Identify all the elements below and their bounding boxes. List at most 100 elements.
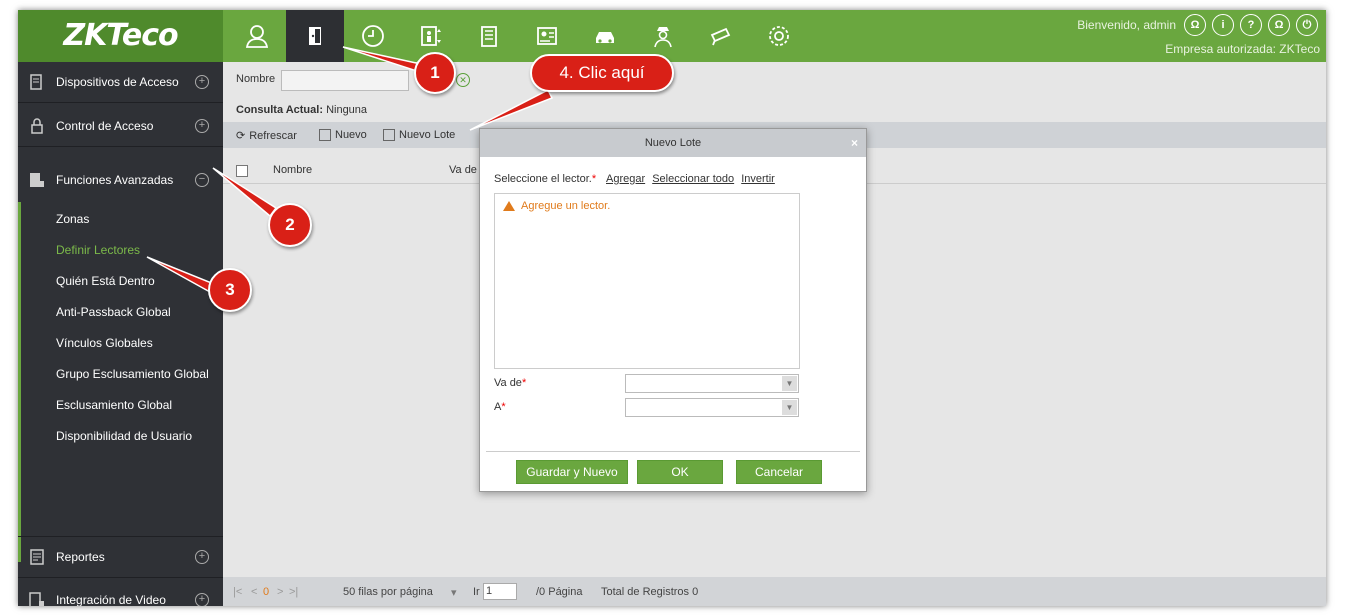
- new-batch-button[interactable]: Nuevo Lote: [383, 129, 455, 141]
- prev-page-button[interactable]: <: [251, 586, 257, 598]
- info-icon[interactable]: i: [1212, 14, 1234, 36]
- current-query-value: Ninguna: [326, 104, 368, 116]
- sidebar-item-quien-esta-dentro[interactable]: Quién Está Dentro: [18, 266, 223, 297]
- new-batch-icon: [383, 129, 395, 141]
- lock-icon[interactable]: Ω: [1268, 14, 1290, 36]
- warning-text: Agregue un lector.: [521, 200, 611, 212]
- callout-4: 4. Clic aquí: [530, 54, 674, 92]
- help-icon[interactable]: ?: [1240, 14, 1262, 36]
- nombre-label: Nombre: [236, 73, 276, 85]
- goto-page-input[interactable]: 1: [483, 583, 517, 600]
- current-page: 0: [263, 586, 270, 598]
- required-marker: *: [501, 401, 506, 413]
- a-select[interactable]: ▼: [625, 398, 799, 417]
- callout-1: 1: [414, 52, 456, 94]
- power-icon[interactable]: ⏻: [1296, 14, 1318, 36]
- invert-link[interactable]: Invertir: [741, 173, 775, 185]
- chevron-down-icon[interactable]: ▼: [782, 400, 797, 415]
- sidebar-section-dispositivos[interactable]: Dispositivos de Acceso +: [18, 62, 223, 103]
- welcome-text: Bienvenido, admin: [1077, 18, 1176, 32]
- pagination-bar: |< < 0 > >| 50 filas por página ▾ Ir a 1…: [223, 577, 1326, 606]
- refresh-icon: ⟳: [236, 130, 246, 142]
- top-bar: ZKTeco Bienvenido, admin Ω i ? Ω ⏻ Empre…: [18, 10, 1326, 62]
- sidebar-section-label: Funciones Avanzadas: [56, 173, 174, 187]
- dialog-divider: [486, 451, 860, 452]
- close-icon[interactable]: ×: [851, 129, 858, 157]
- va-de-select[interactable]: ▼: [625, 374, 799, 393]
- total-records: Total de Registros 0: [601, 586, 699, 598]
- clock-icon[interactable]: [344, 10, 402, 62]
- sidebar-section-funciones[interactable]: Funciones Avanzadas −: [18, 160, 223, 200]
- sidebar: Dispositivos de Acceso + Control de Acce…: [18, 62, 223, 606]
- last-page-button[interactable]: >|: [289, 586, 298, 598]
- account-icon[interactable]: Ω: [1184, 14, 1206, 36]
- door-icon[interactable]: [286, 10, 344, 62]
- sidebar-item-anti-passback[interactable]: Anti-Passback Global: [18, 297, 223, 328]
- first-page-button[interactable]: |<: [233, 586, 242, 598]
- expand-icon[interactable]: +: [195, 119, 209, 133]
- advanced-functions-icon: [30, 173, 44, 187]
- add-reader-link[interactable]: Agregar: [606, 173, 645, 185]
- clear-filter-icon[interactable]: ✕: [456, 73, 470, 87]
- chevron-down-icon[interactable]: ▼: [782, 376, 797, 391]
- ok-button[interactable]: OK: [637, 460, 723, 484]
- next-page-button[interactable]: >: [277, 586, 283, 598]
- filter-bar: Nombre ✕: [223, 62, 1326, 96]
- sidebar-item-vinculos[interactable]: Vínculos Globales: [18, 328, 223, 359]
- new-label: Nuevo: [335, 129, 367, 141]
- sidebar-section-label: Control de Acceso: [56, 119, 154, 133]
- rows-per-page-dropdown-icon[interactable]: ▾: [451, 586, 457, 599]
- page-count: /0 Página: [536, 586, 583, 598]
- device-icon: [30, 74, 42, 90]
- current-query-label: Consulta Actual:: [236, 104, 323, 116]
- rows-per-page-select[interactable]: 50 filas por página: [343, 586, 433, 598]
- report-icon: [30, 549, 44, 565]
- select-all-link[interactable]: Seleccionar todo: [652, 173, 734, 185]
- sidebar-item-definir-lectores[interactable]: Definir Lectores: [18, 235, 223, 266]
- sidebar-item-esclusamiento[interactable]: Esclusamiento Global: [18, 390, 223, 421]
- gear-icon[interactable]: [750, 10, 808, 62]
- current-query: Consulta Actual: Ninguna: [236, 104, 367, 116]
- va-de-text: Va de: [494, 377, 522, 389]
- nombre-input[interactable]: [281, 70, 409, 91]
- cancel-button[interactable]: Cancelar: [736, 460, 822, 484]
- sidebar-section-label: Integración de Video: [56, 593, 166, 606]
- refresh-button[interactable]: ⟳ Refrescar: [236, 129, 297, 143]
- reader-list[interactable]: Agregue un lector.: [494, 193, 800, 369]
- save-and-new-button[interactable]: Guardar y Nuevo: [516, 460, 628, 484]
- warning-icon: [503, 201, 515, 211]
- collapse-icon[interactable]: −: [195, 173, 209, 187]
- required-marker: *: [591, 173, 597, 185]
- video-icon: [29, 592, 44, 606]
- sidebar-section-control[interactable]: Control de Acceso +: [18, 106, 223, 147]
- sidebar-item-disponibilidad[interactable]: Disponibilidad de Usuario: [18, 421, 223, 452]
- a-label: A*: [494, 401, 506, 413]
- sidebar-section-label: Dispositivos de Acceso: [56, 75, 179, 89]
- brand-logo: ZKTeco: [18, 10, 223, 62]
- expand-icon[interactable]: +: [195, 593, 209, 606]
- expand-icon[interactable]: +: [195, 75, 209, 89]
- column-header-nombre[interactable]: Nombre: [273, 164, 312, 176]
- building-icon[interactable]: [460, 10, 518, 62]
- expand-icon[interactable]: +: [195, 550, 209, 564]
- new-batch-dialog: Nuevo Lote × Seleccione el lector.* Agre…: [479, 128, 867, 492]
- camera-icon[interactable]: [692, 10, 750, 62]
- person-icon[interactable]: [228, 10, 286, 62]
- required-marker: *: [521, 377, 527, 389]
- lock-icon: [31, 118, 43, 134]
- sidebar-item-zonas[interactable]: Zonas: [18, 204, 223, 235]
- sidebar-section-reportes[interactable]: Reportes +: [18, 536, 223, 578]
- warning-message: Agregue un lector.: [503, 200, 610, 212]
- new-icon: [319, 129, 331, 141]
- sidebar-submenu: Zonas Definir Lectores Quién Está Dentro…: [18, 204, 223, 452]
- dialog-title: Nuevo Lote: [644, 137, 702, 149]
- empresa-text: Empresa autorizada: ZKTeco: [1165, 42, 1320, 56]
- sidebar-item-grupo-esclusamiento[interactable]: Grupo Esclusamiento Global: [18, 359, 223, 390]
- reader-links: Agregar Seleccionar todo Invertir: [606, 173, 779, 185]
- callout-2: 2: [268, 203, 312, 247]
- column-header-va-de[interactable]: Va de: [449, 164, 477, 176]
- new-button[interactable]: Nuevo: [319, 129, 367, 141]
- sidebar-section-video[interactable]: Integración de Video +: [18, 580, 223, 606]
- select-all-checkbox[interactable]: [236, 165, 248, 177]
- dialog-title-bar: Nuevo Lote ×: [480, 129, 866, 157]
